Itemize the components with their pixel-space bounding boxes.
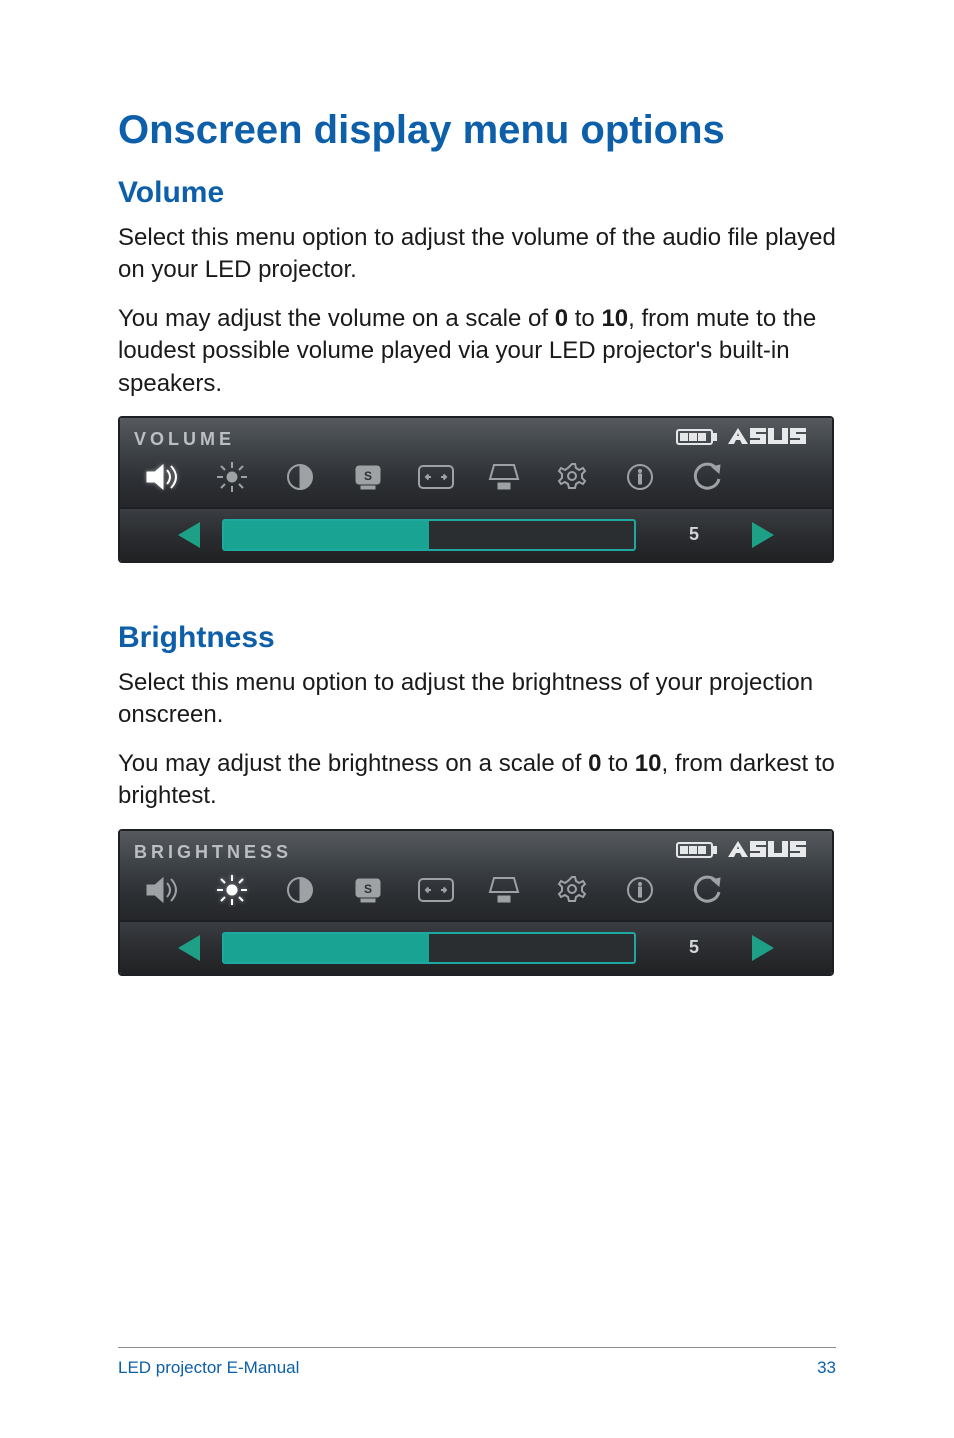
volume-para-1: Select this menu option to adjust the vo… [118, 222, 836, 287]
text: to [601, 750, 634, 777]
page: Onscreen display menu options Volume Sel… [0, 0, 954, 1438]
aspect-icon[interactable] [416, 459, 456, 495]
keystone-icon[interactable] [484, 459, 524, 495]
osd-top-bar: VOLUME [120, 418, 832, 507]
scale-min: 0 [555, 305, 568, 332]
splendid-icon[interactable]: S [348, 872, 388, 908]
info-icon[interactable] [620, 459, 660, 495]
scale-max: 10 [601, 305, 628, 332]
increase-arrow-icon[interactable] [752, 522, 774, 548]
svg-text:S: S [364, 469, 372, 483]
slider-value: 5 [658, 524, 730, 545]
slider: 5 [132, 932, 820, 964]
scale-min: 0 [588, 750, 601, 777]
slider-value: 5 [658, 937, 730, 958]
osd-header: VOLUME [134, 426, 822, 453]
brightness-para-2: You may adjust the brightness on a scale… [118, 748, 836, 813]
contrast-icon[interactable] [280, 459, 320, 495]
splendid-icon[interactable]: S [348, 459, 388, 495]
slider: 5 [132, 519, 820, 551]
osd-slider-row: 5 [120, 920, 832, 974]
footer-left: LED projector E-Manual [118, 1358, 299, 1378]
osd-title: BRIGHTNESS [134, 842, 292, 863]
footer-page-number: 33 [817, 1358, 836, 1378]
page-title: Onscreen display menu options [118, 108, 836, 152]
text: to [568, 305, 601, 332]
increase-arrow-icon[interactable] [752, 935, 774, 961]
text: You may adjust the brightness on a scale… [118, 750, 588, 777]
section-volume: Volume Select this menu option to adjust… [118, 176, 836, 563]
osd-brand-area [676, 426, 822, 453]
battery-icon [676, 841, 720, 864]
scale-max: 10 [635, 750, 662, 777]
brightness-icon[interactable] [212, 872, 252, 908]
heading-brightness: Brightness [118, 621, 836, 655]
osd-brand-area [676, 839, 822, 866]
page-footer: LED projector E-Manual 33 [118, 1347, 836, 1378]
decrease-arrow-icon[interactable] [178, 522, 200, 548]
osd-brightness-panel: BRIGHTNESS [118, 829, 834, 976]
brightness-para-1: Select this menu option to adjust the br… [118, 667, 836, 732]
contrast-icon[interactable] [280, 872, 320, 908]
speaker-icon[interactable] [144, 872, 184, 908]
battery-icon [676, 428, 720, 451]
speaker-icon[interactable] [144, 459, 184, 495]
svg-text:S: S [364, 882, 372, 896]
info-icon[interactable] [620, 872, 660, 908]
osd-header: BRIGHTNESS [134, 839, 822, 866]
aspect-icon[interactable] [416, 872, 456, 908]
asus-logo [726, 426, 822, 453]
osd-volume-panel: VOLUME [118, 416, 834, 563]
keystone-icon[interactable] [484, 872, 524, 908]
brightness-icon[interactable] [212, 459, 252, 495]
osd-top-bar: BRIGHTNESS [120, 831, 832, 920]
osd-title: VOLUME [134, 429, 235, 450]
osd-slider-row: 5 [120, 507, 832, 561]
slider-track[interactable] [222, 519, 636, 551]
settings-icon[interactable] [552, 459, 592, 495]
slider-fill [224, 521, 429, 549]
section-brightness: Brightness Select this menu option to ad… [118, 621, 836, 976]
rotate-icon[interactable] [688, 459, 728, 495]
asus-logo [726, 839, 822, 866]
heading-volume: Volume [118, 176, 836, 210]
decrease-arrow-icon[interactable] [178, 935, 200, 961]
volume-para-2: You may adjust the volume on a scale of … [118, 303, 836, 400]
rotate-icon[interactable] [688, 872, 728, 908]
settings-icon[interactable] [552, 872, 592, 908]
slider-fill [224, 934, 429, 962]
text: You may adjust the volume on a scale of [118, 305, 555, 332]
osd-icons-row: S [134, 868, 822, 910]
slider-track[interactable] [222, 932, 636, 964]
osd-icons-row: S [134, 455, 822, 497]
